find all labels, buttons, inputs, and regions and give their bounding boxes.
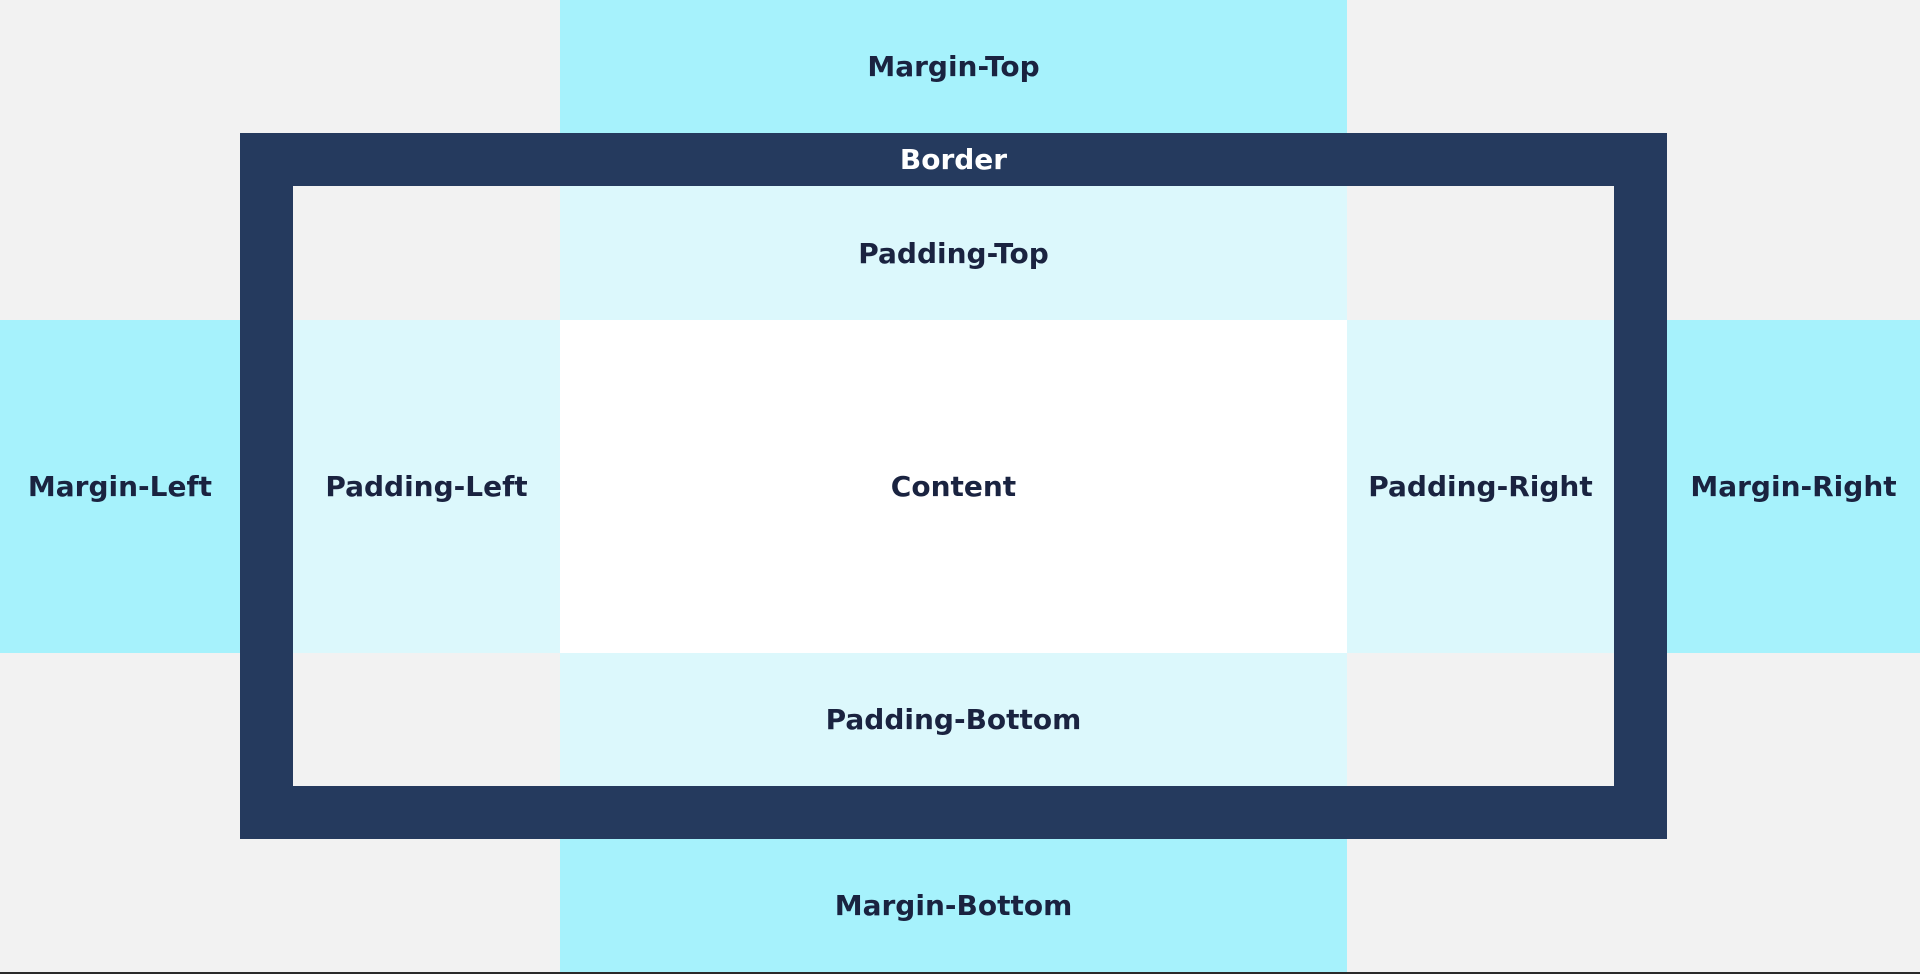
padding-left-region: Padding-Left xyxy=(293,320,560,653)
padding-bottom-region: Padding-Bottom xyxy=(560,653,1347,786)
border-label-area: Border xyxy=(560,133,1347,186)
margin-top-region: Margin-Top xyxy=(560,0,1347,133)
margin-top-label: Margin-Top xyxy=(867,50,1040,83)
margin-right-label: Margin-Right xyxy=(1690,470,1897,503)
padding-top-label: Padding-Top xyxy=(858,236,1049,270)
margin-left-region: Margin-Left xyxy=(0,320,240,653)
margin-bottom-label: Margin-Bottom xyxy=(834,889,1073,922)
margin-right-region: Margin-Right xyxy=(1667,320,1920,653)
margin-left-label: Margin-Left xyxy=(27,470,213,503)
padding-right-region: Padding-Right xyxy=(1347,320,1614,653)
margin-bottom-region: Margin-Bottom xyxy=(560,839,1347,972)
padding-right-label: Padding-Right xyxy=(1368,470,1593,503)
border-label: Border xyxy=(899,143,1008,176)
padding-left-label: Padding-Left xyxy=(325,470,528,503)
box-model-diagram: Margin-Top Margin-Bottom Margin-Left Mar… xyxy=(0,0,1920,974)
padding-bottom-label: Padding-Bottom xyxy=(825,703,1082,736)
content-region: Content xyxy=(560,320,1347,653)
padding-top-region: Padding-Top xyxy=(560,186,1347,320)
content-label: Content xyxy=(890,470,1017,503)
